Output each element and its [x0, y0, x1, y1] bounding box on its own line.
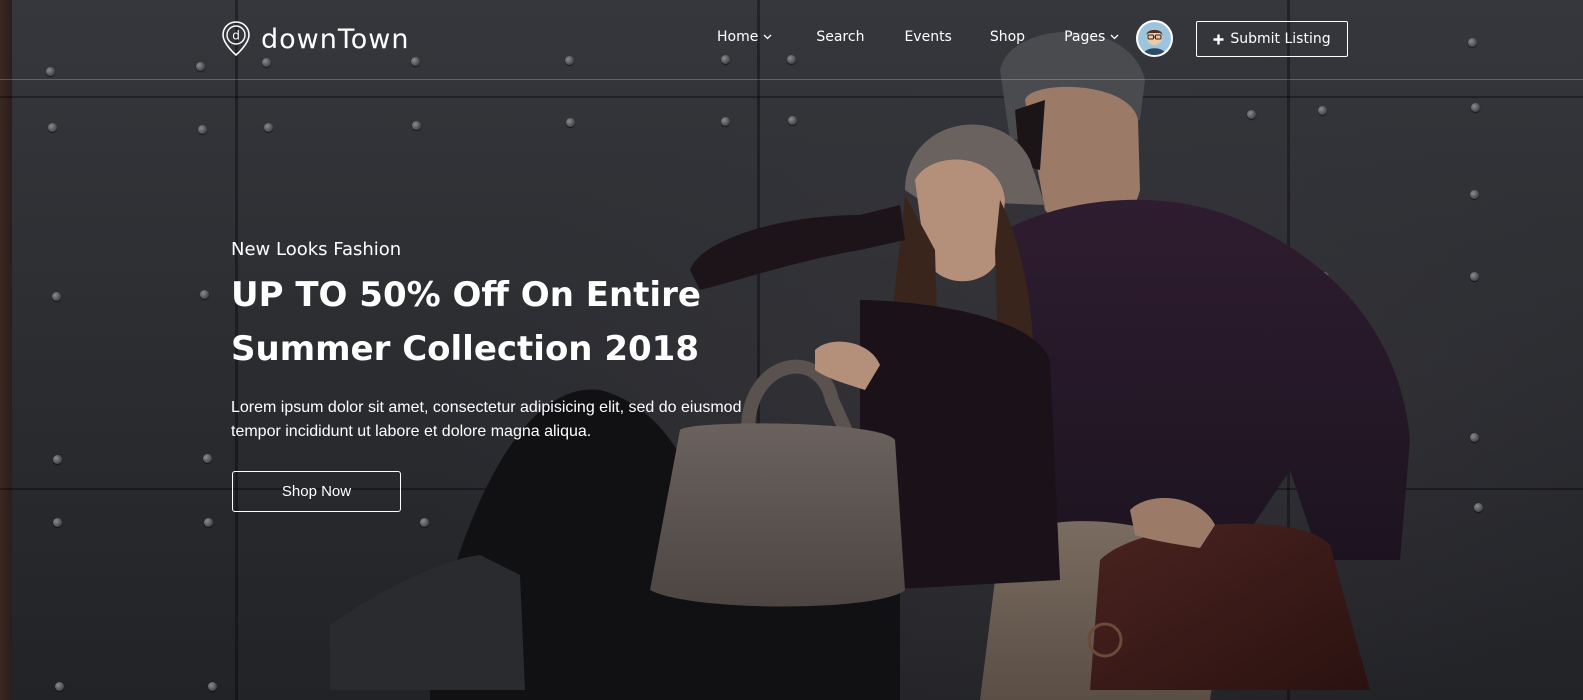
hero-kicker: New Looks Fashion — [231, 239, 402, 260]
plus-icon — [1213, 34, 1224, 44]
leather-duffle-bag — [1090, 523, 1370, 690]
woman-boot — [330, 555, 525, 690]
nav-item-home[interactable]: Home — [717, 29, 772, 45]
brand-logo[interactable]: d downTown — [221, 20, 409, 58]
svg-text:d: d — [232, 29, 240, 43]
hero-description: Lorem ipsum dolor sit amet, consectetur … — [231, 396, 751, 444]
brand-name: downTown — [261, 23, 410, 55]
nav-item-shop[interactable]: Shop — [990, 29, 1025, 45]
nav-item-home-label: Home — [717, 29, 759, 45]
nav-item-events[interactable]: Events — [904, 29, 951, 45]
hero-description-line-2: tempor incididunt ut labore et dolore ma… — [231, 423, 592, 440]
map-pin-icon: d — [222, 21, 250, 57]
user-avatar[interactable] — [1136, 20, 1173, 57]
hero-description-line-1: Lorem ipsum dolor sit amet, consectetur … — [231, 399, 742, 416]
hero-headline-line-1: UP TO 50% Off On Entire — [231, 275, 701, 315]
submit-listing-button[interactable]: Submit Listing — [1196, 21, 1348, 57]
hero-headline-line-2: Summer Collection 2018 — [231, 329, 699, 369]
shop-now-label: Shop Now — [281, 483, 352, 500]
main-nav: Home Search Events Shop Pages — [717, 29, 1119, 45]
grey-handbag — [650, 423, 905, 607]
chevron-down-icon — [763, 34, 772, 40]
man-sweater — [1005, 199, 1410, 560]
nav-item-events-label: Events — [904, 29, 952, 45]
user-avatar-icon — [1138, 22, 1171, 55]
site-header: d downTown Home Search Events Shop Pages — [0, 0, 1583, 80]
nav-item-shop-label: Shop — [989, 29, 1026, 45]
nav-item-search-label: Search — [816, 29, 865, 45]
nav-item-pages-label: Pages — [1064, 29, 1106, 45]
nav-item-search[interactable]: Search — [816, 29, 864, 45]
nav-item-pages[interactable]: Pages — [1064, 29, 1119, 45]
shop-now-button[interactable]: Shop Now — [232, 471, 401, 512]
chevron-down-icon — [1110, 34, 1119, 40]
submit-listing-label: Submit Listing — [1230, 31, 1331, 47]
hero-headline: UP TO 50% Off On Entire Summer Collectio… — [231, 268, 751, 376]
